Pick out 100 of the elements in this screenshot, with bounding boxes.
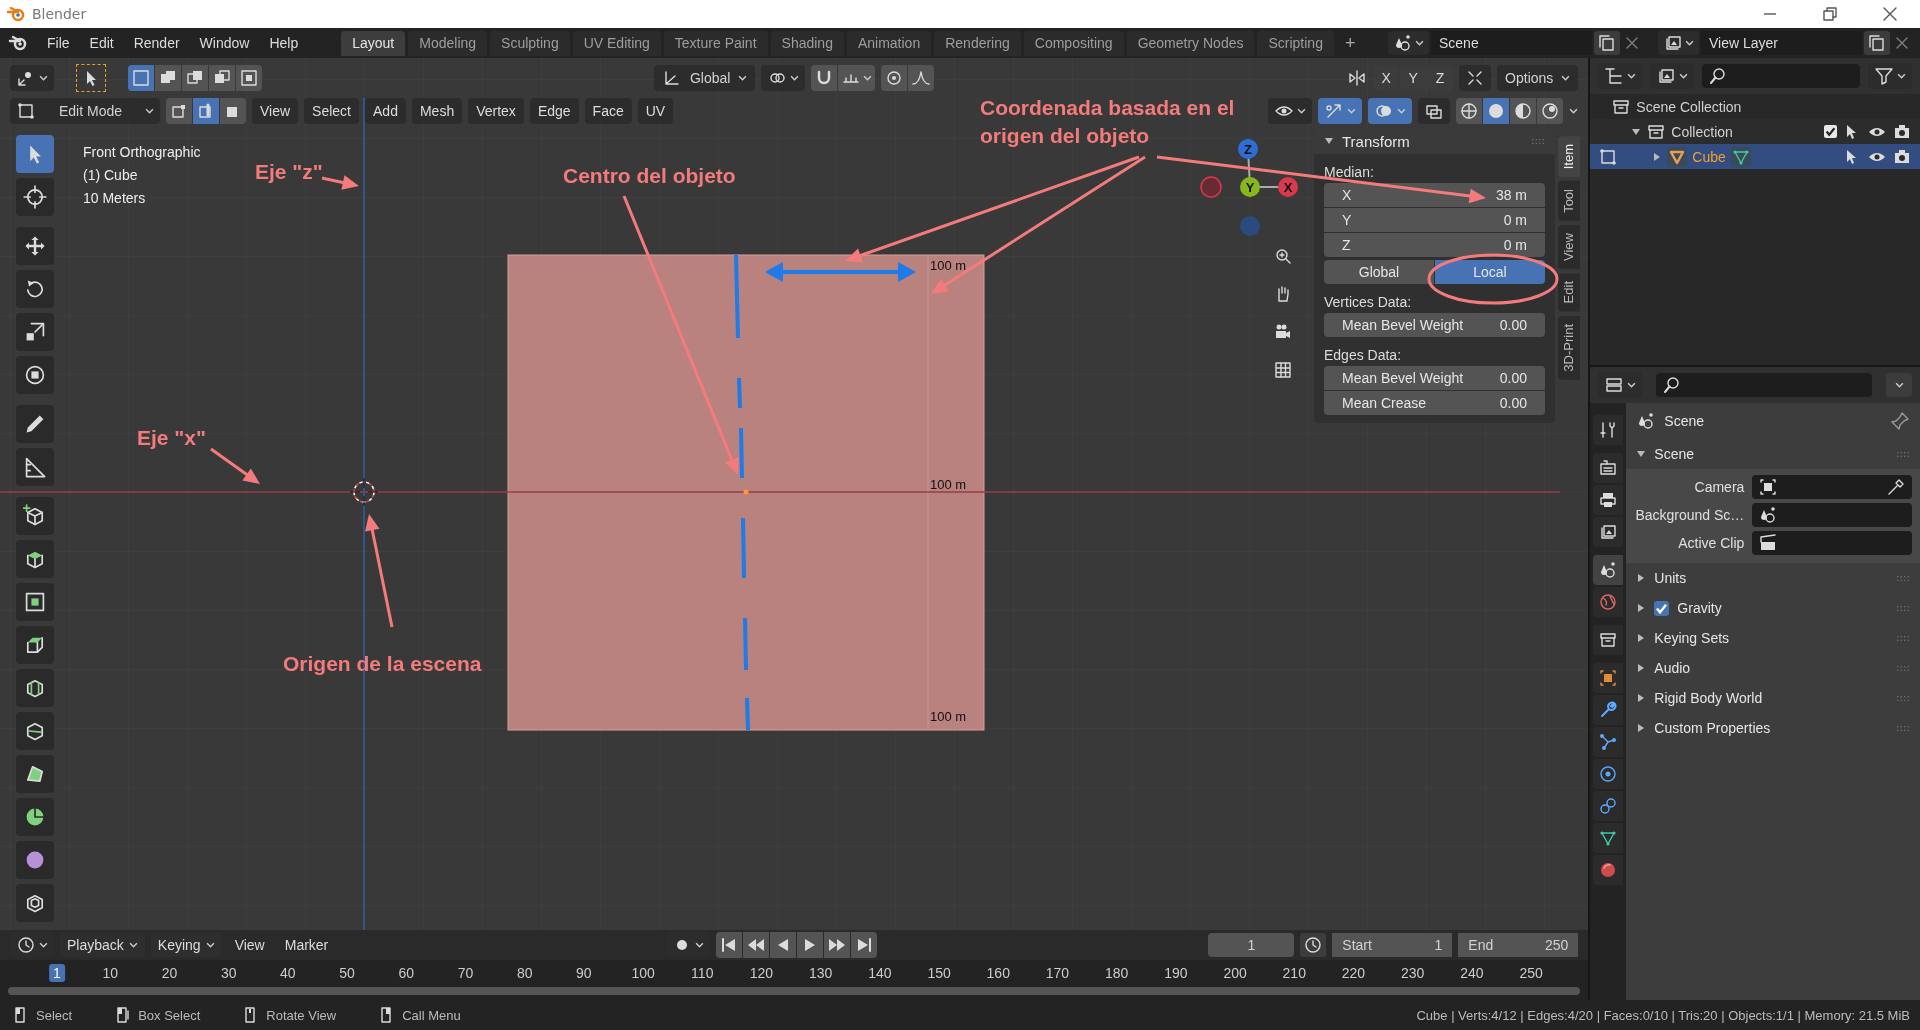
menu-item[interactable]: Window: [190, 31, 259, 55]
frame-number: 170: [1044, 964, 1071, 983]
coordinate-field[interactable]: Y 0 m: [1324, 208, 1545, 232]
menu-item[interactable]: Help: [260, 31, 308, 55]
scene-statistics: Cube | Verts:4/12 | Edges:4/20 | Faces:0/10 | Tris:20 | Objects:1/1 | Memory: 21.5 MiB: [1416, 1007, 1910, 1023]
annotation-text: Origen de la escena: [283, 651, 482, 677]
menu-item[interactable]: File: [38, 31, 79, 55]
workspace-tab[interactable]: Geometry Nodes: [1126, 30, 1255, 56]
sidebar-tab[interactable]: Edit: [1558, 273, 1580, 312]
viewport-menu[interactable]: Mesh: [411, 98, 463, 124]
outliner-item-name: Scene Collection: [1636, 98, 1742, 115]
menu-item[interactable]: Render: [124, 31, 189, 55]
grid-distance-label: 100 m: [930, 478, 967, 492]
viewport-menu[interactable]: Edge: [529, 98, 579, 124]
frame-number: 60: [397, 964, 416, 983]
axis-handle[interactable]: X: [1278, 177, 1298, 197]
outliner-row[interactable]: Cube: [1590, 144, 1920, 169]
collapsed-panel-header[interactable]: Custom Properties: [1626, 713, 1920, 743]
frame-number: 70: [456, 964, 475, 983]
frame-number: 40: [279, 964, 297, 983]
frame-number: 30: [219, 964, 238, 983]
workspace-tab[interactable]: Shading: [770, 30, 844, 56]
collapsed-panel-header[interactable]: Units: [1626, 563, 1920, 593]
outliner-item-name: Collection: [1671, 123, 1733, 140]
value-field[interactable]: Mean Bevel Weight 0.00: [1324, 313, 1545, 337]
workspace-tab[interactable]: Sculpting: [490, 30, 570, 56]
collapsed-panel-header[interactable]: Audio: [1626, 653, 1920, 683]
workspace-tab[interactable]: Compositing: [1023, 30, 1124, 56]
frame-ruler[interactable]: 1 10 20 30 40 50 60 70 80 90 100 110 120 130 140 150 160 170 180 190 200 210 220 230 240 250: [0, 960, 1589, 985]
frame-number: 50: [338, 964, 356, 983]
panel-header[interactable]: Transform: [1314, 128, 1555, 154]
workspace-tab[interactable]: Rendering: [934, 30, 1021, 56]
coordinate-field[interactable]: Z 0 m: [1324, 233, 1545, 257]
workspace-tab[interactable]: Texture Paint: [663, 30, 768, 56]
frame-number: 180: [1104, 964, 1130, 983]
viewport-menu[interactable]: Select: [304, 98, 359, 124]
workspace-tab[interactable]: Layout: [341, 30, 406, 56]
annotation-text: Centro del objeto: [563, 163, 736, 189]
mode-dropdown[interactable]: Edit Mode: [10, 98, 160, 124]
workspace-tab[interactable]: Animation: [846, 30, 932, 56]
viewport-menu[interactable]: Add: [365, 98, 406, 124]
field-label: Camera: [1693, 479, 1745, 495]
outliner-row[interactable]: Collection: [1590, 119, 1920, 144]
viewport-menu[interactable]: View: [252, 98, 299, 124]
grid-distance-label: 100 m: [930, 259, 967, 273]
collapsed-panel-header[interactable]: Keying Sets: [1626, 623, 1920, 653]
workspace-tab[interactable]: Scripting: [1257, 30, 1334, 56]
coordinate-field[interactable]: X 38 m: [1324, 183, 1545, 207]
timeline-menu[interactable]: Playback: [60, 933, 145, 958]
value-field[interactable]: Mean Crease 0.00: [1324, 391, 1545, 415]
frame-number: 130: [808, 964, 834, 983]
orientation-dropdown[interactable]: Global: [653, 65, 756, 91]
start-frame-field[interactable]: Start 1: [1332, 933, 1453, 958]
sidebar-tab[interactable]: 3D-Print: [1558, 315, 1580, 380]
workspace-tab[interactable]: UV Editing: [572, 30, 661, 56]
sidebar-tab[interactable]: View: [1558, 225, 1580, 270]
viewport-menu[interactable]: UV: [637, 98, 674, 124]
panel-header[interactable]: Scene: [1626, 439, 1920, 469]
space-toggle[interactable]: Global: [1324, 260, 1434, 284]
field-label: Background Sc…: [1634, 507, 1745, 523]
status-hint: Box Select: [138, 1007, 201, 1023]
frame-number: 1: [49, 964, 65, 983]
viewport-info-text: (1) Cube: [83, 166, 139, 185]
menu-item[interactable]: Edit: [80, 31, 123, 55]
viewport-info-text: Front Orthographic: [83, 143, 201, 162]
scene-name-field[interactable]: Scene: [1431, 31, 1592, 55]
field-label: Active Clip: [1677, 535, 1745, 551]
frame-number: 120: [748, 964, 775, 983]
axis-handle[interactable]: Y: [1240, 177, 1260, 197]
collapsed-panel-header[interactable]: Rigid Body World: [1626, 683, 1920, 713]
frame-number: 80: [515, 964, 534, 983]
viewport-menu[interactable]: Face: [584, 98, 632, 124]
annotation-text: Eje "x": [137, 425, 206, 451]
window-title: Blender: [32, 6, 87, 22]
section-label: Median:: [1323, 163, 1375, 182]
value-field[interactable]: Mean Bevel Weight 0.00: [1324, 366, 1545, 390]
status-hint: Select: [36, 1007, 73, 1023]
timeline-menu[interactable]: Marker: [277, 933, 336, 958]
frame-number: 10: [101, 964, 120, 983]
workspace-tab[interactable]: Modeling: [408, 30, 488, 56]
view-layer-name-field[interactable]: View Layer: [1701, 31, 1862, 55]
frame-number: 110: [690, 964, 715, 983]
frame-number: 90: [575, 964, 593, 983]
sidebar-tab[interactable]: Tool: [1558, 181, 1580, 222]
axis-handle[interactable]: Z: [1238, 139, 1258, 159]
add-workspace-button[interactable]: +: [1336, 32, 1364, 54]
frame-number: 210: [1281, 964, 1307, 983]
end-frame-field[interactable]: End 250: [1458, 933, 1579, 958]
status-hint: Rotate View: [266, 1007, 337, 1023]
frame-number: 140: [867, 964, 893, 983]
collapsed-panel-header[interactable]: Gravity: [1626, 593, 1920, 623]
outliner-row[interactable]: Scene Collection: [1590, 94, 1920, 119]
frame-number: 100: [630, 964, 656, 983]
space-toggle[interactable]: Local: [1435, 260, 1545, 284]
sidebar-tab[interactable]: Item: [1558, 136, 1580, 178]
options-dropdown[interactable]: Options: [1497, 65, 1579, 91]
timeline-menu[interactable]: View: [227, 933, 272, 958]
current-frame-field[interactable]: 1: [1208, 933, 1295, 958]
viewport-menu[interactable]: Vertex: [468, 98, 524, 124]
timeline-menu[interactable]: Keying: [150, 933, 222, 958]
